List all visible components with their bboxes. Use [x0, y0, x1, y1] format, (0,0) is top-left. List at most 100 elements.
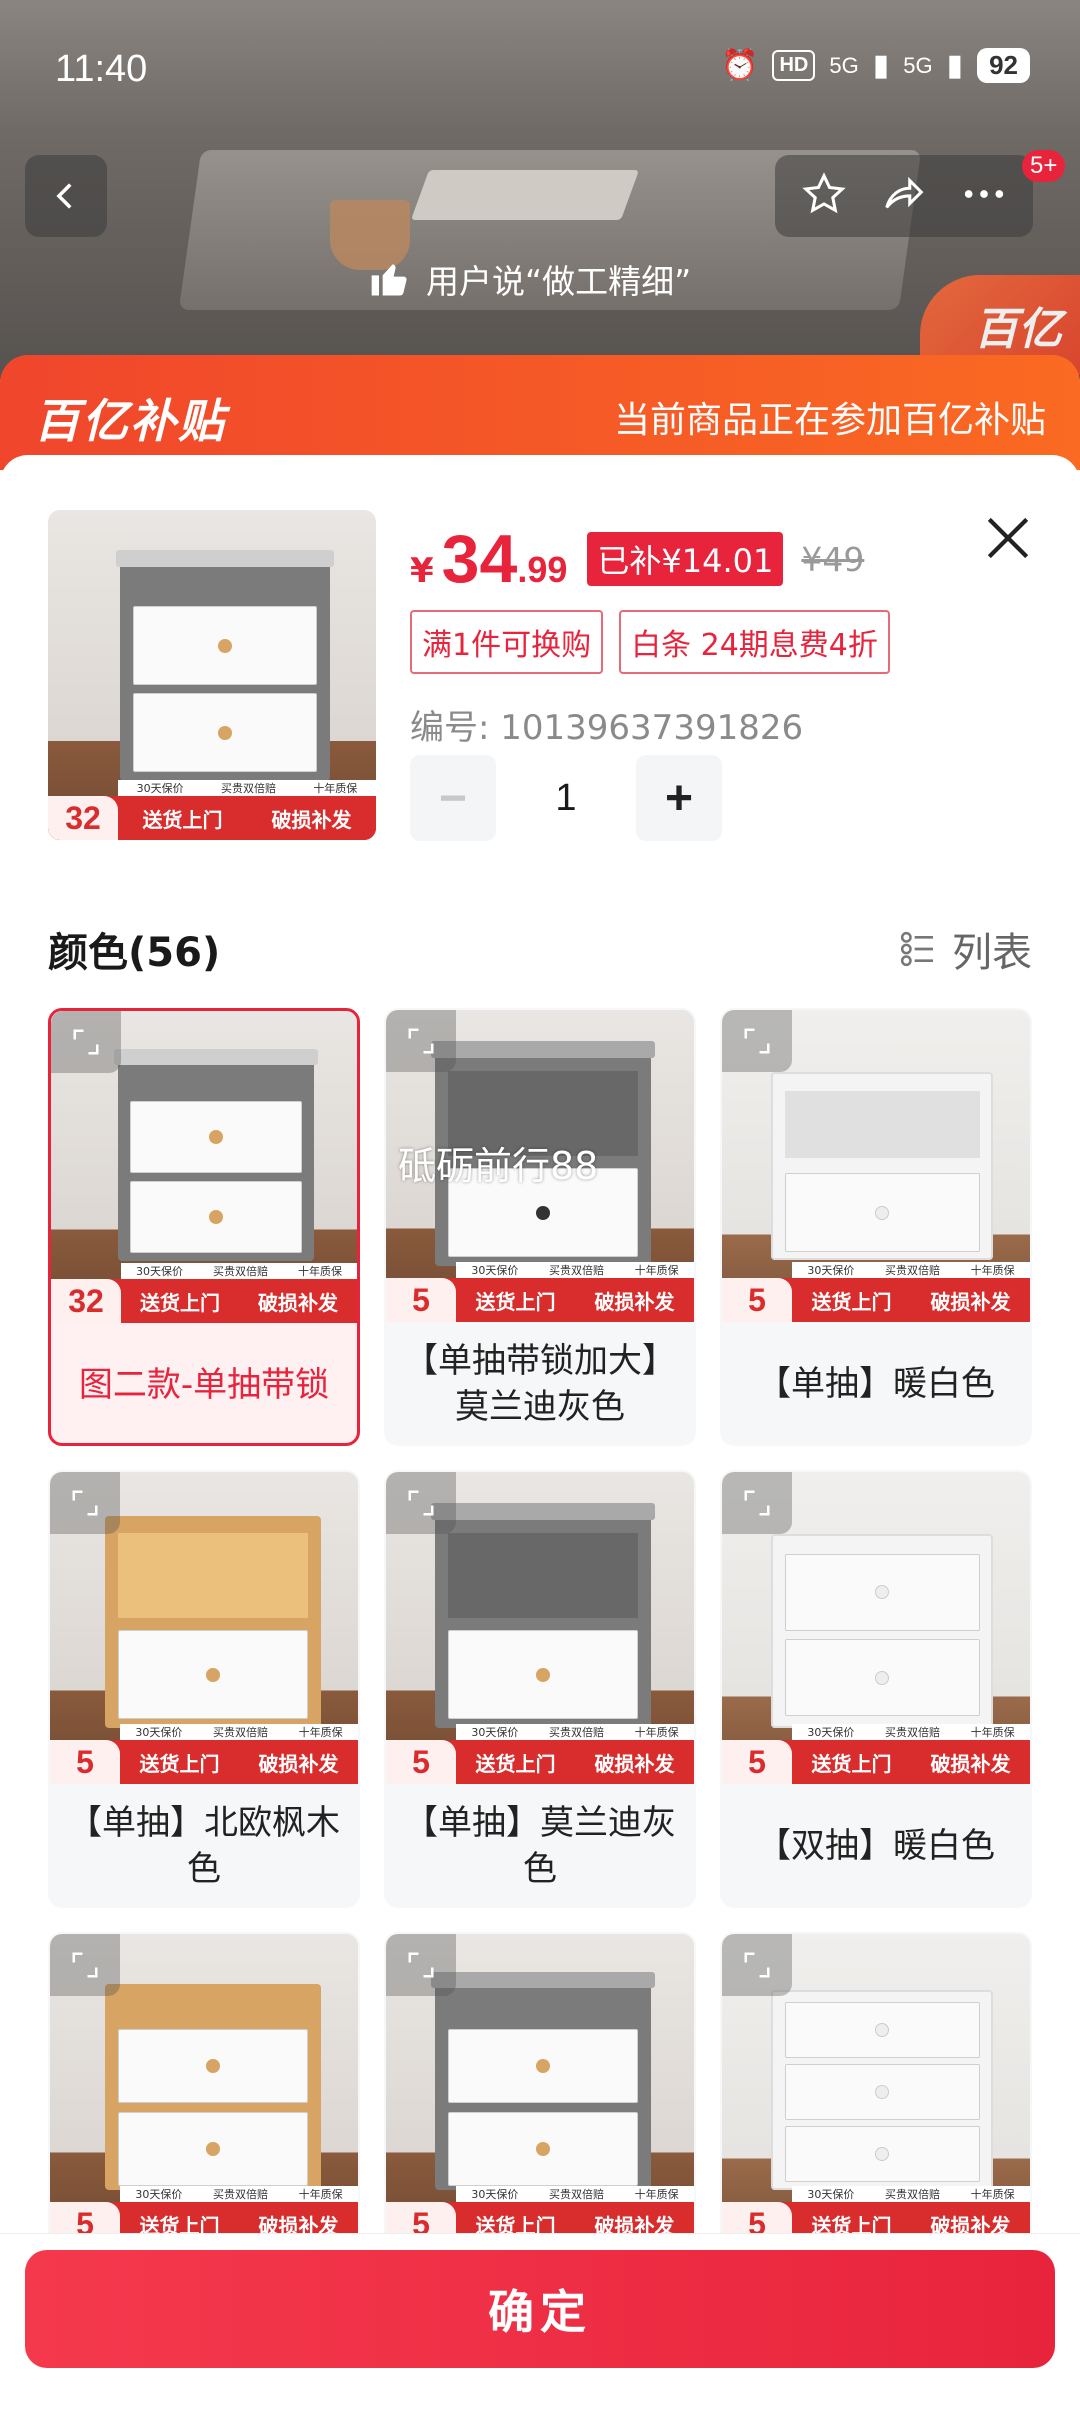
color-option-card[interactable]: 30天保价 买贵双倍赔 十年质保 5 送货上门 破损补发 【单抽】北欧枫木色 [48, 1470, 360, 1908]
banner-warranty: 十年质保 [634, 2188, 679, 2201]
drawer [784, 1173, 980, 1253]
option-banner: 32 送货上门 破损补发 [51, 1279, 357, 1323]
banner-delivery: 送货上门 [811, 1289, 892, 1314]
chevron-left-icon [56, 183, 72, 209]
banner-delivery: 送货上门 [811, 2213, 892, 2234]
banner-double-pay: 买贵双倍赔 [884, 1726, 940, 1739]
knob [875, 1670, 890, 1685]
knob [875, 2023, 890, 2038]
option-banner: 5 送货上门 破损补发 [722, 1740, 1030, 1784]
banner-warranty: 十年质保 [298, 2188, 343, 2201]
knob [875, 2084, 890, 2099]
color-section-title: 颜色(56) [48, 930, 221, 976]
banner-top: 30天保价 买贵双倍赔 十年质保 [792, 2186, 1030, 2202]
banner-double-pay: 买贵双倍赔 [548, 1726, 604, 1739]
cabinet-top [115, 549, 335, 568]
knob [218, 725, 233, 740]
knob [206, 2141, 221, 2156]
color-option-card[interactable]: 砥砺前行88 30天保价 买贵双倍赔 十年质保 5 送货上门 破损补发 【单抽带锁加大】… [384, 1008, 696, 1446]
option-badge-number: 5 [50, 2202, 120, 2233]
drawer [132, 693, 318, 772]
option-label: 【单抽】北欧枫木色 [68, 1803, 340, 1889]
banner-replacement: 破损补发 [930, 1289, 1011, 1314]
product-thumbnail[interactable]: 30天保价 买贵双倍赔 十年质保 32 送货上门 破损补发 [48, 510, 376, 840]
quantity-stepper: − 1 + [410, 755, 722, 841]
expand-icon[interactable] [50, 1472, 120, 1534]
banner-warranty: 十年质保 [298, 1726, 343, 1739]
banner-price-protect: 30天保价 [807, 1264, 855, 1277]
drawer [784, 1638, 980, 1717]
banner-price-protect: 30天保价 [471, 1726, 519, 1739]
drawer [118, 2111, 309, 2186]
banner-double-pay: 买贵双倍赔 [212, 2188, 268, 2201]
share-button[interactable] [879, 171, 929, 221]
banner-price-protect: 30天保价 [135, 2188, 183, 2201]
list-view-toggle[interactable]: 列表 [898, 920, 1032, 978]
banner-delivery: 送货上门 [142, 807, 223, 832]
watermark-overlay-text: 砥砺前行88 [398, 1144, 599, 1188]
color-options-grid: 30天保价 买贵双倍赔 十年质保 32 送货上门 破损补发 图二款-单抽带锁 砥砺前行8… [48, 1008, 1032, 2233]
banner-replacement: 破损补发 [258, 2213, 339, 2234]
knob [218, 638, 233, 653]
quantity-value[interactable]: 1 [496, 777, 636, 820]
option-banner: 5 送货上门 破损补发 [386, 2202, 694, 2233]
knob [206, 1667, 221, 1682]
status-bar: 11:40 ⏰ HD 5G ▮ 5G ▮ 92 [0, 0, 1080, 140]
star-icon [802, 172, 846, 214]
banner-warranty: 十年质保 [298, 1265, 342, 1278]
option-image: 30天保价 买贵双倍赔 十年质保 5 送货上门 破损补发 [386, 1934, 694, 2233]
color-option-card[interactable]: 30天保价 买贵双倍赔 十年质保 5 送货上门 破损补发 【双抽】暖白色 [720, 1470, 1032, 1908]
option-banner: 5 送货上门 破损补发 [386, 1278, 694, 1322]
promo-tag-exchange[interactable]: 满1件可换购 [410, 610, 604, 674]
expand-icon[interactable] [722, 1010, 792, 1072]
close-button[interactable] [980, 510, 1036, 566]
drawer [448, 2029, 638, 2104]
banner-text: 送货上门 破损补发 [456, 1748, 694, 1777]
expand-icon[interactable] [722, 1472, 792, 1534]
color-option-card[interactable]: 30天保价 买贵双倍赔 十年质保 5 送货上门 破损补发 [48, 1932, 360, 2233]
color-option-card[interactable]: 30天保价 买贵双倍赔 十年质保 5 送货上门 破损补发 【单抽】莫兰迪灰色 [384, 1470, 696, 1908]
option-cabinet [771, 1534, 994, 1728]
cabinet-top [114, 1048, 319, 1065]
expand-icon[interactable] [386, 1472, 456, 1534]
color-option-card[interactable]: 30天保价 买贵双倍赔 十年质保 5 送货上门 破损补发 [720, 1932, 1032, 2233]
option-banner: 5 送货上门 破损补发 [50, 1740, 358, 1784]
signal-5g-icon: 5G [829, 52, 859, 78]
expand-icon[interactable] [386, 1010, 456, 1072]
list-toggle-label: 列表 [952, 930, 1032, 976]
color-option-card[interactable]: 30天保价 买贵双倍赔 十年质保 5 送货上门 破损补发 [384, 1932, 696, 2233]
banner-warranty: 十年质保 [313, 782, 358, 795]
banner-price-protect: 30天保价 [135, 1726, 183, 1739]
drawer [448, 1630, 638, 1720]
confirm-button[interactable]: 确定 [25, 2250, 1055, 2368]
option-cabinet [771, 1990, 994, 2190]
expand-icon[interactable] [51, 1011, 121, 1073]
favorite-button[interactable] [801, 171, 847, 221]
decrease-quantity-button[interactable]: − [410, 755, 496, 841]
knob [536, 2059, 551, 2074]
expand-icon[interactable] [722, 1934, 792, 1996]
price-decimal: .99 [517, 549, 568, 590]
option-label: 图二款-单抽带锁 [78, 1365, 330, 1406]
color-option-card[interactable]: 30天保价 买贵双倍赔 十年质保 5 送货上门 破损补发 【单抽】暖白色 [720, 1008, 1032, 1446]
option-badge-number: 5 [722, 1278, 792, 1322]
option-cabinet [771, 1072, 994, 1260]
option-banner: 5 送货上门 破损补发 [722, 2202, 1030, 2233]
increase-quantity-button[interactable]: + [636, 755, 722, 841]
back-button[interactable] [25, 155, 107, 237]
banner-delivery: 送货上门 [811, 1751, 892, 1776]
promo-tags: 满1件可换购 白条 24期息费4折 [410, 610, 890, 674]
option-badge-number: 32 [51, 1279, 121, 1323]
promo-tag-installment[interactable]: 白条 24期息费4折 [619, 610, 890, 674]
option-label: 【单抽】莫兰迪灰色 [404, 1803, 676, 1889]
thumb-banner: 32 送货上门 破损补发 [48, 796, 376, 840]
more-button[interactable] [961, 184, 1007, 208]
close-icon [987, 517, 1029, 559]
banner-price-protect: 30天保价 [471, 1264, 519, 1277]
cabinet-top [430, 1502, 656, 1520]
option-badge-number: 5 [722, 1740, 792, 1784]
expand-icon[interactable] [50, 1934, 120, 1996]
expand-icon[interactable] [386, 1934, 456, 1996]
color-option-card[interactable]: 30天保价 买贵双倍赔 十年质保 32 送货上门 破损补发 图二款-单抽带锁 [48, 1008, 360, 1446]
banner-warranty: 十年质保 [970, 1726, 1015, 1739]
